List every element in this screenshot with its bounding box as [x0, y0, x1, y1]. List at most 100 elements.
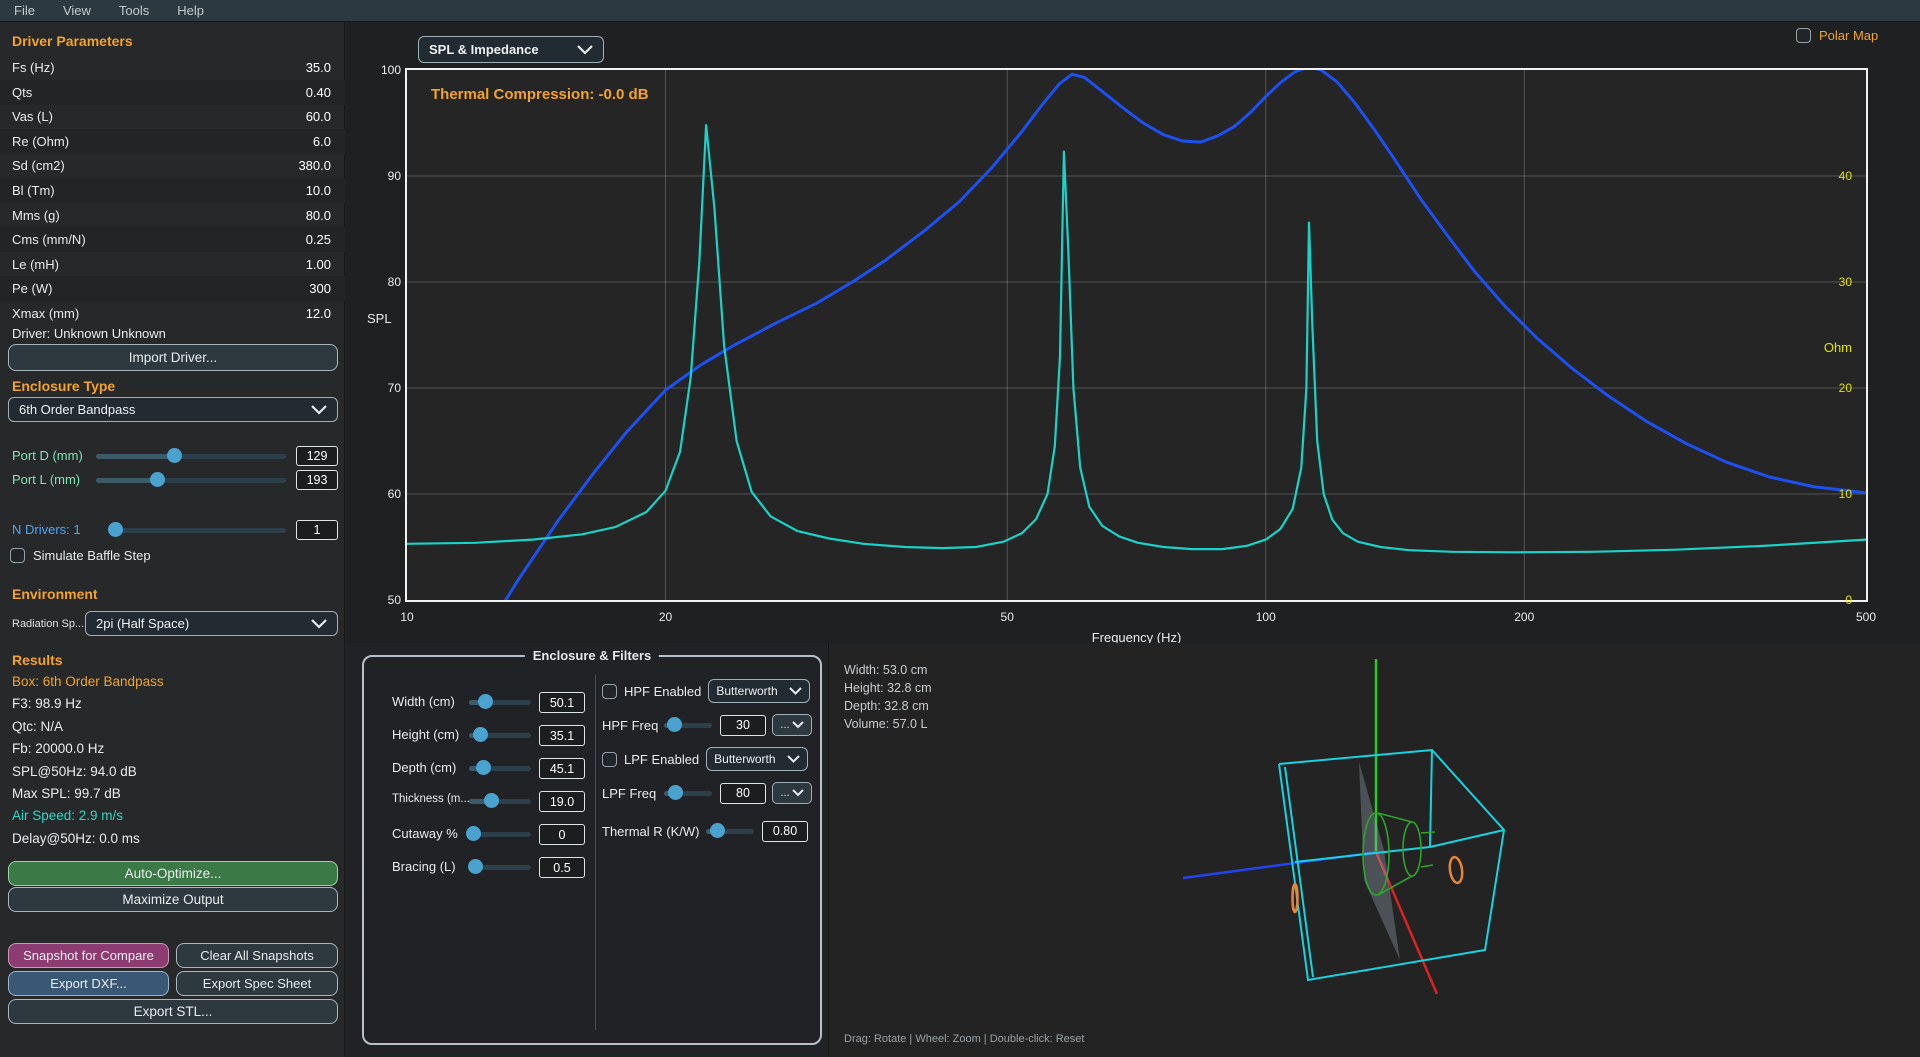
impedance-curve: [407, 125, 1866, 552]
result-line: Qtc: N/A: [12, 719, 63, 734]
menu-file[interactable]: File: [14, 3, 35, 18]
slider-thumb[interactable]: [468, 859, 483, 874]
port-l-value[interactable]: 193: [296, 470, 338, 490]
lpf-freq-slider[interactable]: [664, 781, 712, 805]
auto-optimize-button[interactable]: Auto-Optimize...: [8, 861, 338, 886]
slider-thumb[interactable]: [167, 448, 182, 463]
port-d-value[interactable]: 129: [296, 446, 338, 466]
enclosure-3d-view[interactable]: Width: 53.0 cmHeight: 32.8 cmDepth: 32.8…: [828, 643, 1920, 1057]
slider-thumb[interactable]: [108, 522, 123, 537]
dim-label: Thickness (m...: [392, 793, 470, 805]
param-row-bl[interactable]: Bl (Tm)10.0: [0, 178, 345, 203]
radiation-space-value: 2pi (Half Space): [96, 616, 305, 631]
dim-value[interactable]: 0.5: [539, 857, 585, 878]
param-row-qts[interactable]: Qts0.40: [0, 80, 345, 105]
param-row-xmax[interactable]: Xmax (mm)12.0: [0, 301, 345, 326]
dim-slider[interactable]: [469, 756, 531, 780]
hpf-enabled-checkbox[interactable]: [602, 684, 617, 699]
dim-value[interactable]: 35.1: [539, 725, 585, 746]
slider-thumb[interactable]: [668, 785, 683, 800]
result-line: Delay@50Hz: 0.0 ms: [12, 831, 140, 846]
n-drivers-slider[interactable]: [112, 518, 286, 542]
result-line: Box: 6th Order Bandpass: [12, 674, 164, 689]
enclosure-type-select[interactable]: 6th Order Bandpass: [8, 397, 338, 422]
export-dxf-button[interactable]: Export DXF...: [8, 971, 169, 996]
radiation-space-select[interactable]: 2pi (Half Space): [85, 611, 338, 636]
param-row-sd[interactable]: Sd (cm2)380.0: [0, 153, 345, 178]
environment-header: Environment: [12, 586, 98, 602]
port-l-slider[interactable]: [96, 468, 286, 492]
dim-slider[interactable]: [469, 690, 531, 714]
lpf-slope-select[interactable]: ...: [772, 782, 812, 804]
menu-help[interactable]: Help: [177, 3, 204, 18]
slider-thumb[interactable]: [476, 760, 491, 775]
menu-tools[interactable]: Tools: [119, 3, 149, 18]
slider-thumb[interactable]: [150, 472, 165, 487]
param-label: Le (mH): [12, 257, 59, 272]
panel-title: Enclosure & Filters: [525, 648, 659, 663]
slider-thumb[interactable]: [473, 727, 488, 742]
param-row-re[interactable]: Re (Ohm)6.0: [0, 129, 345, 154]
baffle-step-label: Simulate Baffle Step: [33, 548, 151, 563]
export-stl-button[interactable]: Export STL...: [8, 999, 338, 1024]
dim-value[interactable]: 50.1: [539, 692, 585, 713]
dim-value[interactable]: 0: [539, 824, 585, 845]
dim-value[interactable]: 19.0: [539, 791, 585, 812]
lpf-type-select[interactable]: Butterworth: [706, 747, 808, 771]
slider-thumb[interactable]: [466, 826, 481, 841]
snapshot-compare-button[interactable]: Snapshot for Compare: [8, 943, 169, 968]
param-value: 0.25: [306, 232, 331, 247]
slider-thumb[interactable]: [478, 694, 493, 709]
thermal-r-value[interactable]: 0.80: [762, 821, 808, 842]
param-row-pe[interactable]: Pe (W)300: [0, 276, 345, 301]
port-d-row: Port D (mm) 129: [0, 444, 345, 468]
hpf-freq-slider[interactable]: [664, 713, 712, 737]
application-window: File View Tools Help Driver Parameters Fs (…: [0, 0, 1920, 1057]
dimension-info-line: Width: 53.0 cm: [844, 661, 932, 679]
export-spec-button[interactable]: Export Spec Sheet: [176, 971, 338, 996]
hpf-type-select[interactable]: Butterworth: [708, 679, 810, 703]
param-row-vas[interactable]: Vas (L)60.0: [0, 104, 345, 129]
thermal-r-slider[interactable]: [706, 819, 754, 843]
maximize-output-button[interactable]: Maximize Output: [8, 887, 338, 912]
baffle-step-checkbox[interactable]: [10, 548, 25, 563]
port-d-slider[interactable]: [96, 444, 286, 468]
hpf-type-value: Butterworth: [716, 684, 783, 698]
n-drivers-value[interactable]: 1: [296, 520, 338, 540]
driver-name-label: Driver: Unknown Unknown: [12, 326, 166, 341]
axis-tick: 60: [371, 487, 401, 501]
slider-thumb[interactable]: [484, 793, 499, 808]
hpf-freq-value[interactable]: 30: [720, 715, 766, 736]
slider-thumb[interactable]: [710, 823, 725, 838]
hpf-slope-value: ...: [780, 719, 789, 731]
dim-slider[interactable]: [469, 789, 531, 813]
dim-value[interactable]: 45.1: [539, 758, 585, 779]
slider-thumb[interactable]: [667, 717, 682, 732]
param-value: 0.40: [306, 85, 331, 100]
chevron-down-icon: [311, 405, 327, 415]
param-row-le[interactable]: Le (mH) 1.00: [0, 252, 345, 277]
chart-view-select[interactable]: SPL & Impedance: [418, 36, 604, 63]
lpf-freq-value[interactable]: 80: [720, 783, 766, 804]
polar-map-checkbox[interactable]: [1796, 28, 1811, 43]
dim-slider[interactable]: [469, 723, 531, 747]
axis-tick: 50: [987, 610, 1027, 624]
dim-row-width: Width (cm)50.1: [364, 690, 592, 714]
param-value: 1.00: [306, 257, 331, 272]
hpf-slope-select[interactable]: ...: [772, 714, 812, 736]
dim-label: Depth (cm): [392, 760, 456, 775]
dim-slider[interactable]: [469, 822, 531, 846]
param-row-mms[interactable]: Mms (g)80.0: [0, 203, 345, 228]
param-row-fs[interactable]: Fs (Hz)35.0: [0, 55, 345, 80]
import-driver-button[interactable]: Import Driver...: [8, 344, 338, 371]
left-sidebar: Driver Parameters Fs (Hz)35.0Qts0.40Vas …: [0, 22, 345, 1057]
port-d-label: Port D (mm): [12, 448, 83, 463]
result-line: Air Speed: 2.9 m/s: [12, 808, 123, 823]
lpf-enabled-checkbox[interactable]: [602, 752, 617, 767]
dim-slider[interactable]: [469, 855, 531, 879]
param-row-cms[interactable]: Cms (mm/N)0.25: [0, 227, 345, 252]
port-l-label: Port L (mm): [12, 472, 80, 487]
spl-impedance-chart[interactable]: Thermal Compression: -0.0 dB SPL Ohm Fre…: [405, 68, 1868, 602]
clear-snapshots-button[interactable]: Clear All Snapshots: [176, 943, 338, 968]
menu-view[interactable]: View: [63, 3, 91, 18]
